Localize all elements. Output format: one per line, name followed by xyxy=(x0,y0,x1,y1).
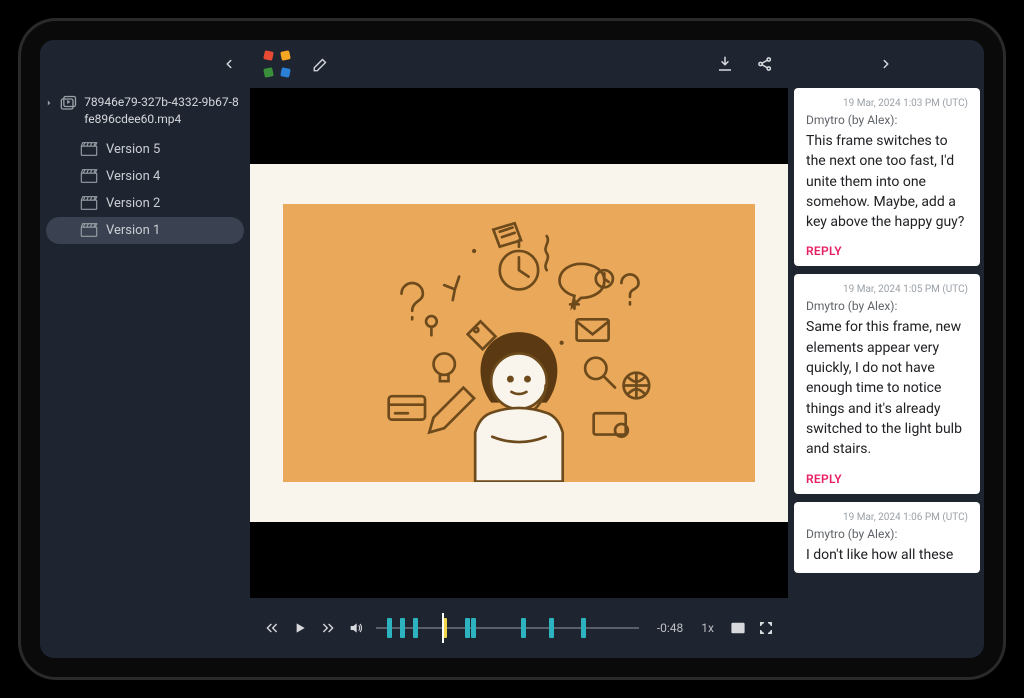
file-row[interactable]: 78946e79-327b-4332-9b67-8fe896cdee60.mp4 xyxy=(40,88,250,132)
comment-body: This frame switches to the next one too … xyxy=(806,131,968,232)
comment-card[interactable]: 19 Mar, 2024 1:05 PM (UTC) Dmytro (by Al… xyxy=(794,274,980,493)
comment-card[interactable]: 19 Mar, 2024 1:06 PM (UTC) Dmytro (by Al… xyxy=(794,502,980,573)
version-label: Version 5 xyxy=(106,142,160,157)
clapperboard-icon xyxy=(80,196,98,210)
version-label: Version 2 xyxy=(106,196,160,211)
sidebar-item-version[interactable]: Version 4 xyxy=(46,163,244,190)
timeline-marker[interactable] xyxy=(471,618,476,638)
comment-timestamp: 19 Mar, 2024 1:05 PM (UTC) xyxy=(806,284,968,295)
timeline-marker[interactable] xyxy=(549,618,554,638)
video-frame-background xyxy=(250,164,788,522)
comment-timestamp: 19 Mar, 2024 1:06 PM (UTC) xyxy=(806,512,968,523)
clapperboard-icon xyxy=(80,142,98,156)
prev-frame-icon[interactable] xyxy=(264,620,280,636)
version-label: Version 4 xyxy=(106,169,160,184)
collapse-icon[interactable] xyxy=(879,57,893,71)
share-icon[interactable] xyxy=(756,55,774,73)
topbar xyxy=(250,40,788,88)
player-controls: -0:48 1x xyxy=(250,598,788,658)
comment-body: I don't like how all these xyxy=(806,545,968,565)
app-logo-icon[interactable] xyxy=(264,51,290,77)
fullscreen-icon[interactable] xyxy=(758,620,774,636)
play-icon[interactable] xyxy=(292,620,308,636)
timeline-marker[interactable] xyxy=(387,618,392,638)
reply-button[interactable]: REPLY xyxy=(806,244,968,258)
comment-body: Same for this frame, new elements appear… xyxy=(806,317,968,459)
comment-card[interactable]: 19 Mar, 2024 1:03 PM (UTC) Dmytro (by Al… xyxy=(794,88,980,266)
next-frame-icon[interactable] xyxy=(320,620,336,636)
download-icon[interactable] xyxy=(716,55,734,73)
version-label: Version 1 xyxy=(106,223,160,238)
pip-icon[interactable] xyxy=(730,620,746,636)
clapperboard-icon xyxy=(80,223,98,237)
playhead[interactable] xyxy=(442,613,444,643)
video-viewer[interactable] xyxy=(250,88,788,598)
edit-icon[interactable] xyxy=(312,55,330,73)
comments-pane: 19 Mar, 2024 1:03 PM (UTC) Dmytro (by Al… xyxy=(788,40,984,658)
video-frame-illustration xyxy=(283,204,755,482)
expand-icon xyxy=(46,98,52,108)
clapperboard-icon xyxy=(80,169,98,183)
filename: 78946e79-327b-4332-9b67-8fe896cdee60.mp4 xyxy=(84,94,240,128)
timeline[interactable] xyxy=(376,613,639,643)
timeline-marker[interactable] xyxy=(465,618,470,638)
center-pane: -0:48 1x xyxy=(250,40,788,658)
reply-button[interactable]: REPLY xyxy=(806,472,968,486)
sidebar-item-version[interactable]: Version 2 xyxy=(46,190,244,217)
sidebar: 78946e79-327b-4332-9b67-8fe896cdee60.mp4… xyxy=(40,40,250,658)
media-stack-icon xyxy=(58,94,78,117)
back-icon[interactable] xyxy=(222,57,236,71)
volume-icon[interactable] xyxy=(348,620,364,636)
sidebar-header xyxy=(40,40,250,88)
comment-author: Dmytro (by Alex): xyxy=(806,527,968,541)
comments-header xyxy=(788,40,984,88)
comment-author: Dmytro (by Alex): xyxy=(806,299,968,313)
timeline-marker[interactable] xyxy=(521,618,526,638)
timeline-marker[interactable] xyxy=(581,618,586,638)
tablet-frame: 78946e79-327b-4332-9b67-8fe896cdee60.mp4… xyxy=(18,18,1006,680)
timeline-marker[interactable] xyxy=(400,618,405,638)
time-remaining: -0:48 xyxy=(657,621,683,635)
screen: 78946e79-327b-4332-9b67-8fe896cdee60.mp4… xyxy=(40,40,984,658)
comments-list[interactable]: 19 Mar, 2024 1:03 PM (UTC) Dmytro (by Al… xyxy=(788,88,984,658)
speed-toggle[interactable]: 1x xyxy=(701,621,714,635)
timeline-marker[interactable] xyxy=(413,618,418,638)
sidebar-item-version[interactable]: Version 1 xyxy=(46,217,244,244)
sidebar-item-version[interactable]: Version 5 xyxy=(46,136,244,163)
versions-list: Version 5 Version 4 Version 2 Version 1 xyxy=(40,136,250,244)
comment-author: Dmytro (by Alex): xyxy=(806,113,968,127)
comment-timestamp: 19 Mar, 2024 1:03 PM (UTC) xyxy=(806,98,968,109)
